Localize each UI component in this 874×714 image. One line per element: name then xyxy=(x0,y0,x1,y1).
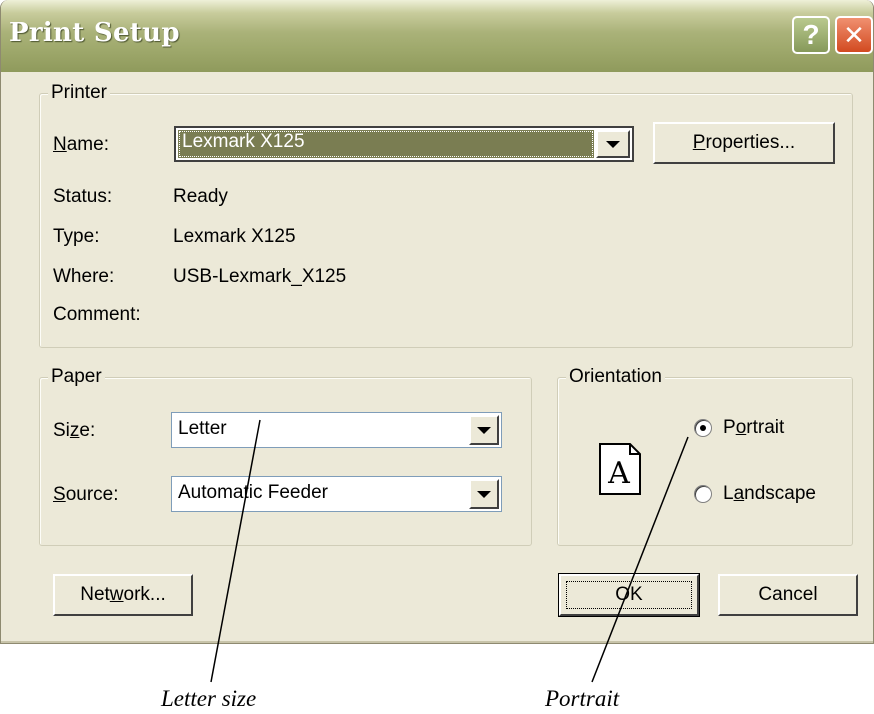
chevron-down-icon xyxy=(477,426,491,434)
chevron-down-icon xyxy=(477,490,491,498)
paper-group-legend: Paper xyxy=(48,366,105,388)
page-icon-letter: A xyxy=(607,456,630,491)
dialog-title: Print Setup xyxy=(9,18,180,48)
where-label: Where: xyxy=(53,266,115,287)
paper-source-value: Automatic Feeder xyxy=(178,482,328,503)
network-button[interactable]: Network... xyxy=(53,574,193,616)
comment-label: Comment: xyxy=(53,304,141,325)
annotation-portrait: Portrait xyxy=(545,686,620,711)
type-label: Type: xyxy=(53,226,100,247)
chevron-down-icon xyxy=(606,140,620,148)
type-value: Lexmark X125 xyxy=(173,226,296,247)
name-label: Name: xyxy=(53,134,109,155)
paper-source-dropdown[interactable]: Automatic Feeder xyxy=(171,476,502,512)
help-icon: ? xyxy=(802,19,820,50)
status-value: Ready xyxy=(173,186,228,207)
annotation-letter-size: Letter size xyxy=(161,686,257,711)
properties-button-label: Properties... xyxy=(692,132,796,153)
printer-name-value: Lexmark X125 xyxy=(182,131,305,152)
paper-source-dropdown-button[interactable] xyxy=(469,479,499,509)
ok-button[interactable]: OK xyxy=(558,573,700,617)
close-button[interactable]: ✕ xyxy=(835,16,873,54)
close-icon: ✕ xyxy=(843,19,865,50)
portrait-page-icon: A xyxy=(599,443,641,495)
paper-size-dropdown-button[interactable] xyxy=(469,415,499,445)
where-value: USB-Lexmark_X125 xyxy=(173,266,347,287)
portrait-radio[interactable] xyxy=(694,419,712,437)
printer-group-legend: Printer xyxy=(48,82,110,104)
properties-button[interactable]: Properties... xyxy=(653,122,835,164)
printer-name-dropdown-button[interactable] xyxy=(596,130,630,158)
orientation-group-legend: Orientation xyxy=(566,366,665,388)
help-button[interactable]: ? xyxy=(792,16,830,54)
landscape-label[interactable]: Landscape xyxy=(723,483,816,505)
printer-name-dropdown[interactable]: Lexmark X125 xyxy=(174,126,634,162)
ok-focus-rect xyxy=(566,581,692,609)
cancel-button[interactable]: Cancel xyxy=(718,574,858,616)
paper-group: Paper xyxy=(39,366,532,546)
status-label: Status: xyxy=(53,186,113,207)
size-label: Size: xyxy=(53,420,96,441)
landscape-radio[interactable] xyxy=(694,485,712,503)
portrait-label[interactable]: Portrait xyxy=(723,417,784,439)
source-label: Source: xyxy=(53,484,119,505)
paper-size-dropdown[interactable]: Letter xyxy=(171,412,502,448)
paper-size-value: Letter xyxy=(178,418,227,439)
title-bar[interactable]: Print Setup ? ✕ xyxy=(1,0,873,72)
printer-name-selection: Lexmark X125 xyxy=(178,130,594,158)
print-setup-dialog: Print Setup ? ✕ Printer Name: Lexmark X1… xyxy=(0,0,874,644)
cancel-button-label: Cancel xyxy=(758,584,818,605)
network-button-label: Network... xyxy=(80,584,166,605)
